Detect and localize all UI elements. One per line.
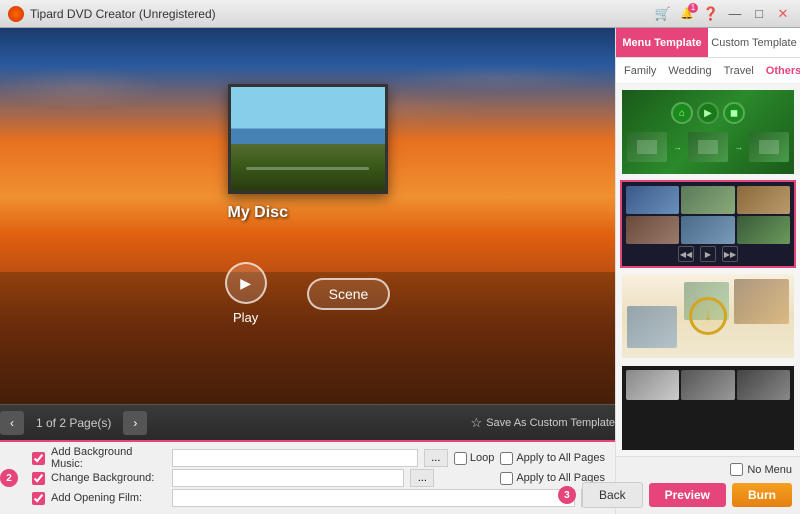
preview-canvas: My Disc ▶ Play Scene xyxy=(0,28,615,404)
star-icon: ☆ xyxy=(471,415,483,431)
template-categories: Family Wedding Travel Others › xyxy=(616,58,800,84)
no-menu-checkbox[interactable] xyxy=(730,463,743,476)
wedding-cat-btn[interactable]: Wedding xyxy=(666,65,713,77)
save-template-label: Save As Custom Template xyxy=(486,417,615,429)
loop-label: Loop xyxy=(470,452,494,464)
play-label: Play xyxy=(233,310,258,325)
bg-music-row: Add Background Music: ... Loop Apply to … xyxy=(32,448,605,468)
cart-icon-btn[interactable]: 🛒 xyxy=(654,5,672,23)
bg-music-input[interactable] xyxy=(172,449,418,467)
bg-music-label: Add Background Music: xyxy=(51,446,166,470)
template-item-1[interactable]: ⌂ ▶ ◼ → → xyxy=(620,88,796,176)
apply-all-1-group: Apply to All Pages xyxy=(500,452,605,465)
section-3-badge: 3 xyxy=(558,486,576,504)
main-container: My Disc ▶ Play Scene ‹ 1 of 2 Page(s) › … xyxy=(0,28,800,514)
save-template-btn[interactable]: ☆ Save As Custom Template xyxy=(471,415,615,431)
preview-bottom-bar: ‹ 1 of 2 Page(s) › ☆ Save As Custom Temp… xyxy=(0,404,615,440)
change-bg-browse-btn[interactable]: ... xyxy=(410,469,434,487)
preview-buttons: ▶ Play Scene xyxy=(225,262,391,325)
left-panel: My Disc ▶ Play Scene ‹ 1 of 2 Page(s) › … xyxy=(0,28,615,514)
maximize-btn[interactable]: □ xyxy=(750,5,768,23)
change-bg-label: Change Background: xyxy=(51,472,166,484)
template-item-4[interactable] xyxy=(620,364,796,452)
travel-cat-btn[interactable]: Travel xyxy=(722,65,756,77)
next-page-btn[interactable]: › xyxy=(123,411,147,435)
disc-title-video xyxy=(228,84,388,194)
help-icon-btn[interactable]: ❓ xyxy=(702,5,720,23)
template-thumb-3: ↓ xyxy=(622,274,794,358)
burn-btn[interactable]: Burn xyxy=(732,483,792,507)
disc-title: My Disc xyxy=(228,204,388,222)
right-sidebar: Menu Template Custom Template Family Wed… xyxy=(615,28,800,514)
menu-template-tab[interactable]: Menu Template xyxy=(616,28,708,57)
custom-template-tab[interactable]: Custom Template xyxy=(708,28,800,57)
opening-film-row: Add Opening Film: ... xyxy=(32,488,605,508)
loop-checkbox[interactable] xyxy=(454,452,467,465)
app-logo xyxy=(8,6,24,22)
template-thumb-2: ◀◀ ▶ ▶▶ xyxy=(622,182,794,266)
opening-film-checkbox[interactable] xyxy=(32,492,45,505)
template-item-2[interactable]: ◀◀ ▶ ▶▶ xyxy=(620,180,796,268)
apply-all-pages-2-checkbox[interactable] xyxy=(500,472,513,485)
apply-all-pages-1-checkbox[interactable] xyxy=(500,452,513,465)
minimize-btn[interactable]: — xyxy=(726,5,744,23)
change-bg-input[interactable] xyxy=(172,469,404,487)
play-circle-btn[interactable]: ▶ xyxy=(225,262,267,304)
preview-btn[interactable]: Preview xyxy=(649,483,726,507)
apply-all-pages-1-label: Apply to All Pages xyxy=(516,452,605,464)
change-bg-checkbox[interactable] xyxy=(32,472,45,485)
close-btn[interactable]: ✕ xyxy=(774,5,792,23)
bg-music-browse-btn[interactable]: ... xyxy=(424,449,448,467)
bg-music-checkbox[interactable] xyxy=(32,452,45,465)
prev-page-btn[interactable]: ‹ xyxy=(0,411,24,435)
page-info: 1 of 2 Page(s) xyxy=(36,416,111,430)
section-2-badge: 2 xyxy=(0,469,18,487)
toolbar-icons: 🛒 🔔 1 ❓ — □ ✕ xyxy=(654,5,792,23)
title-bar: Tipard DVD Creator (Unregistered) 🛒 🔔 1 … xyxy=(0,0,800,28)
templates-scroll[interactable]: ⌂ ▶ ◼ → → xyxy=(616,84,800,456)
no-menu-label: No Menu xyxy=(747,464,792,476)
template-thumb-1: ⌂ ▶ ◼ → → xyxy=(622,90,794,174)
change-bg-row: Change Background: ... Apply to All Page… xyxy=(32,468,605,488)
sidebar-footer: No Menu 3 Back Preview Burn xyxy=(616,456,800,514)
others-cat-btn[interactable]: Others xyxy=(764,65,800,77)
window-title: Tipard DVD Creator (Unregistered) xyxy=(30,7,648,21)
back-btn[interactable]: Back xyxy=(582,482,643,508)
scene-btn[interactable]: Scene xyxy=(307,278,391,310)
loop-check-group: Loop xyxy=(454,452,494,465)
sidebar-tabs: Menu Template Custom Template xyxy=(616,28,800,58)
no-menu-group: No Menu xyxy=(624,463,792,476)
badge-icon-btn[interactable]: 🔔 1 xyxy=(678,5,696,23)
options-bar: 2 Add Background Music: ... Loop Apply t… xyxy=(0,440,615,514)
template-thumb-4 xyxy=(622,366,794,450)
template-item-3[interactable]: ↓ xyxy=(620,272,796,360)
family-cat-btn[interactable]: Family xyxy=(622,65,658,77)
opening-film-input[interactable] xyxy=(172,489,575,507)
opening-film-label: Add Opening Film: xyxy=(51,492,166,504)
action-buttons-row: 3 Back Preview Burn xyxy=(624,482,792,508)
